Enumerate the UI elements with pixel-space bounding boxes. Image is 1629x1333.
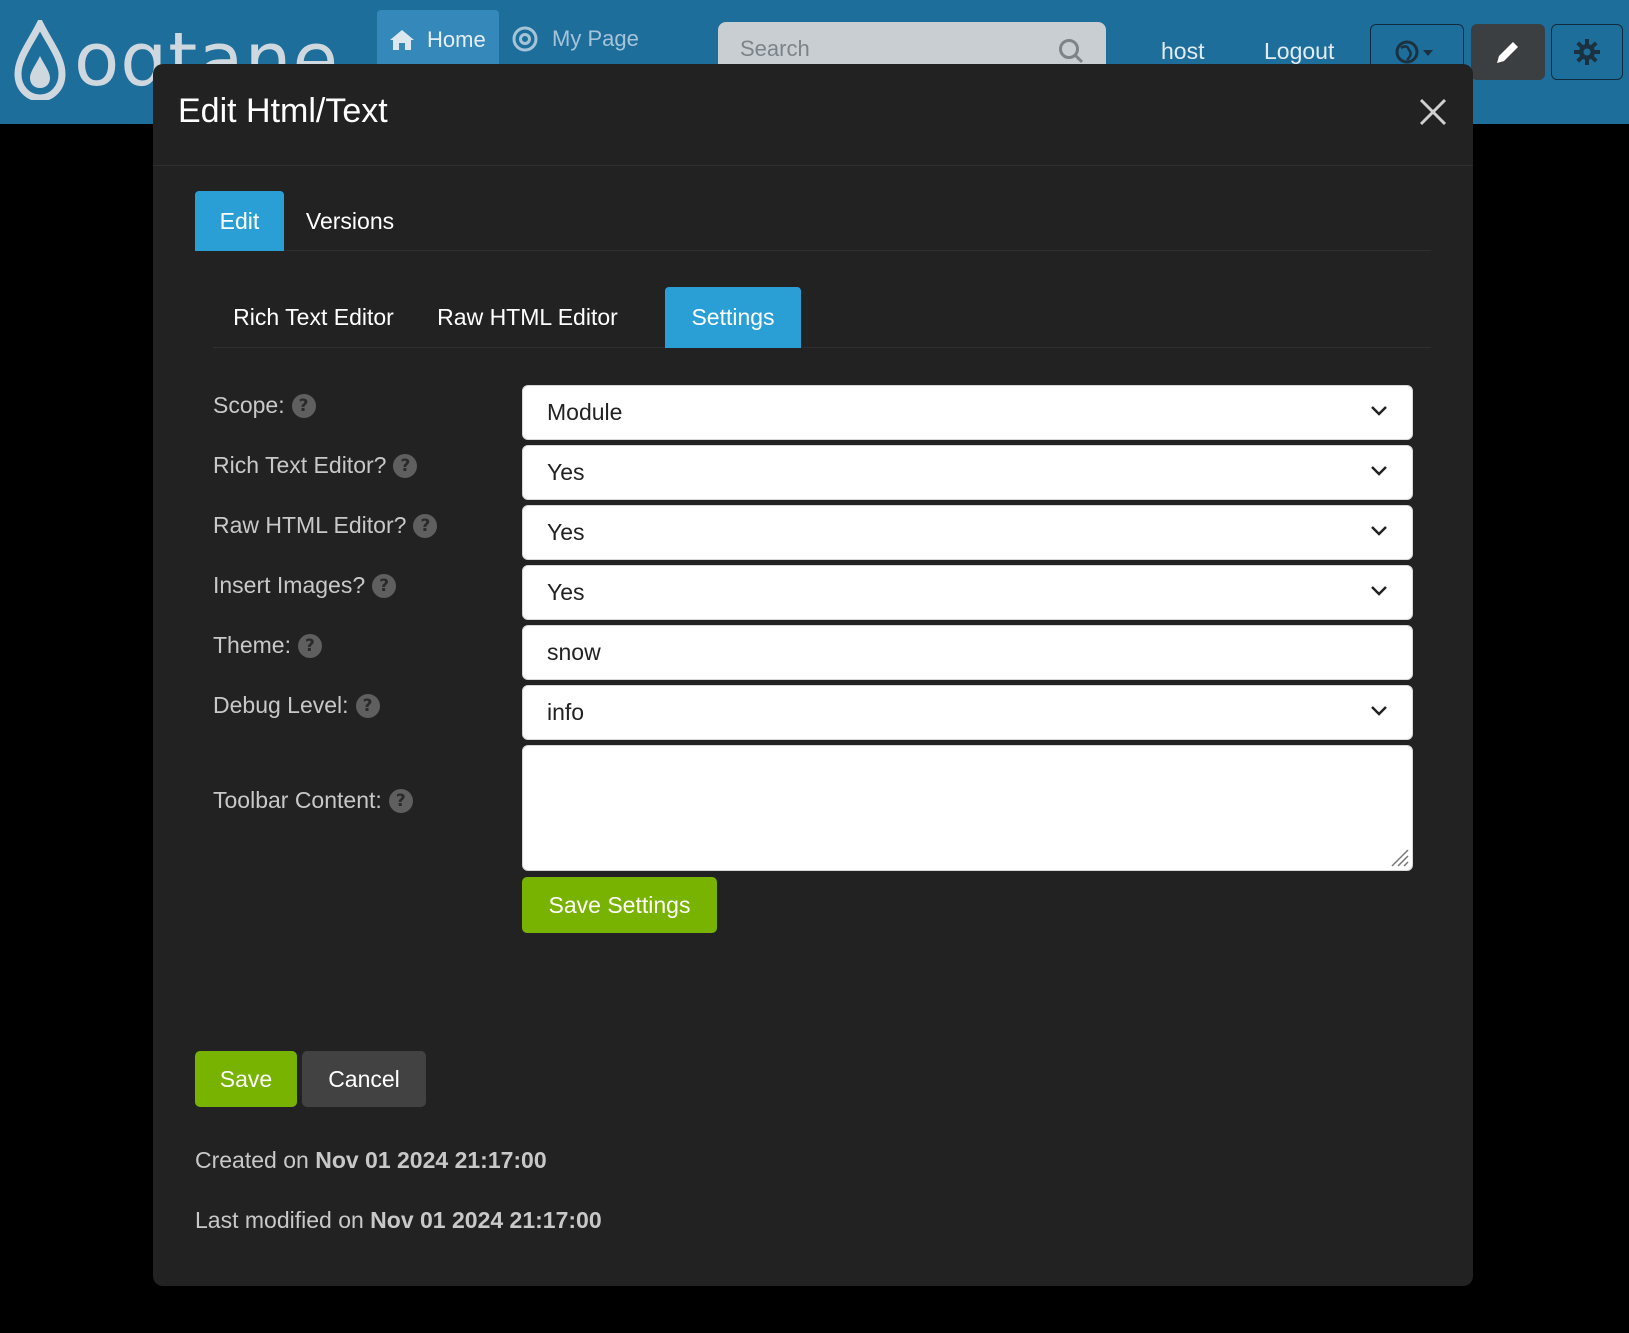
- droplet-icon: [14, 20, 66, 100]
- chevron-down-icon: [1371, 706, 1387, 716]
- nav-mypage-label: My Page: [552, 26, 639, 51]
- debug-level-value: info: [547, 699, 585, 725]
- nav-home-link[interactable]: Home: [377, 10, 499, 70]
- modified-info: Last modified on Nov 01 2024 21:17:00: [195, 1207, 602, 1234]
- raw-html-editor-label-text: Raw HTML Editor?: [213, 512, 407, 538]
- logout-link[interactable]: Logout: [1264, 38, 1334, 65]
- tab-edit[interactable]: Edit: [195, 191, 284, 251]
- help-icon[interactable]: ?: [413, 513, 438, 538]
- raw-html-editor-label: Raw HTML Editor? ?: [213, 512, 438, 539]
- scope-value: Module: [547, 399, 623, 425]
- modal-header: Edit Html/Text: [153, 64, 1473, 166]
- theme-value: snow: [547, 639, 601, 665]
- globe-icon: [1395, 40, 1433, 64]
- tab-settings[interactable]: Settings: [665, 287, 801, 348]
- scope-select[interactable]: Module: [522, 385, 1413, 440]
- scope-label: Scope: ?: [213, 392, 316, 419]
- tab-versions[interactable]: Versions: [295, 191, 405, 251]
- chevron-down-icon: [1371, 586, 1387, 596]
- editor-tabs: Rich Text Editor Raw HTML Editor Setting…: [213, 287, 1431, 348]
- toolbar-content-textarea[interactable]: [522, 745, 1413, 871]
- nav-mypage-link[interactable]: My Page: [512, 26, 639, 52]
- scope-label-text: Scope:: [213, 392, 285, 418]
- help-icon[interactable]: ?: [355, 693, 380, 718]
- save-button[interactable]: Save: [195, 1051, 297, 1107]
- raw-html-editor-select[interactable]: Yes: [522, 505, 1413, 560]
- toolbar-content-label: Toolbar Content: ?: [213, 787, 413, 814]
- chevron-down-icon: [1371, 466, 1387, 476]
- debug-level-select[interactable]: info: [522, 685, 1413, 740]
- theme-label: Theme: ?: [213, 632, 322, 659]
- created-info: Created on Nov 01 2024 21:17:00: [195, 1147, 547, 1174]
- help-icon[interactable]: ?: [388, 788, 413, 813]
- target-icon: [512, 26, 538, 52]
- help-icon[interactable]: ?: [372, 573, 397, 598]
- rich-text-editor-label: Rich Text Editor? ?: [213, 452, 418, 479]
- modified-prefix: Last modified on: [195, 1207, 364, 1233]
- pencil-icon: [1497, 42, 1518, 63]
- close-icon[interactable]: [1415, 94, 1451, 130]
- help-icon[interactable]: ?: [291, 393, 316, 418]
- created-date: Nov 01 2024 21:17:00: [315, 1147, 547, 1173]
- debug-level-label: Debug Level: ?: [213, 692, 380, 719]
- theme-label-text: Theme:: [213, 632, 291, 658]
- chevron-down-icon: [1371, 406, 1387, 416]
- insert-images-select[interactable]: Yes: [522, 565, 1413, 620]
- insert-images-label-text: Insert Images?: [213, 572, 366, 598]
- toolbar-content-label-text: Toolbar Content:: [213, 787, 382, 813]
- resize-handle-icon[interactable]: [1388, 846, 1410, 868]
- edit-mode-button[interactable]: [1471, 24, 1545, 80]
- raw-html-editor-value: Yes: [547, 519, 585, 545]
- user-link[interactable]: host: [1161, 38, 1204, 65]
- theme-input[interactable]: snow: [522, 625, 1413, 680]
- chevron-down-icon: [1371, 526, 1387, 536]
- primary-tabs: Edit Versions: [195, 191, 1431, 251]
- rich-text-editor-select[interactable]: Yes: [522, 445, 1413, 500]
- home-icon: [389, 28, 415, 52]
- rich-text-editor-value: Yes: [547, 459, 585, 485]
- help-icon[interactable]: ?: [393, 453, 418, 478]
- edit-html-modal: Edit Html/Text Edit Versions Rich Text E…: [153, 64, 1473, 1286]
- modified-date: Nov 01 2024 21:17:00: [370, 1207, 602, 1233]
- created-prefix: Created on: [195, 1147, 309, 1173]
- tab-rich-text-editor[interactable]: Rich Text Editor: [213, 287, 414, 348]
- insert-images-value: Yes: [547, 579, 585, 605]
- nav-home-label: Home: [427, 27, 486, 52]
- help-icon[interactable]: ?: [297, 633, 322, 658]
- tab-raw-html-editor[interactable]: Raw HTML Editor: [425, 287, 630, 348]
- admin-settings-button[interactable]: [1551, 24, 1623, 80]
- debug-level-label-text: Debug Level:: [213, 692, 349, 718]
- insert-images-label: Insert Images? ?: [213, 572, 397, 599]
- modal-title: Edit Html/Text: [178, 92, 388, 130]
- gear-icon: [1574, 39, 1600, 65]
- save-settings-button[interactable]: Save Settings: [522, 877, 717, 933]
- cancel-button[interactable]: Cancel: [302, 1051, 426, 1107]
- rich-text-editor-label-text: Rich Text Editor?: [213, 452, 387, 478]
- search-placeholder: Search: [740, 36, 810, 61]
